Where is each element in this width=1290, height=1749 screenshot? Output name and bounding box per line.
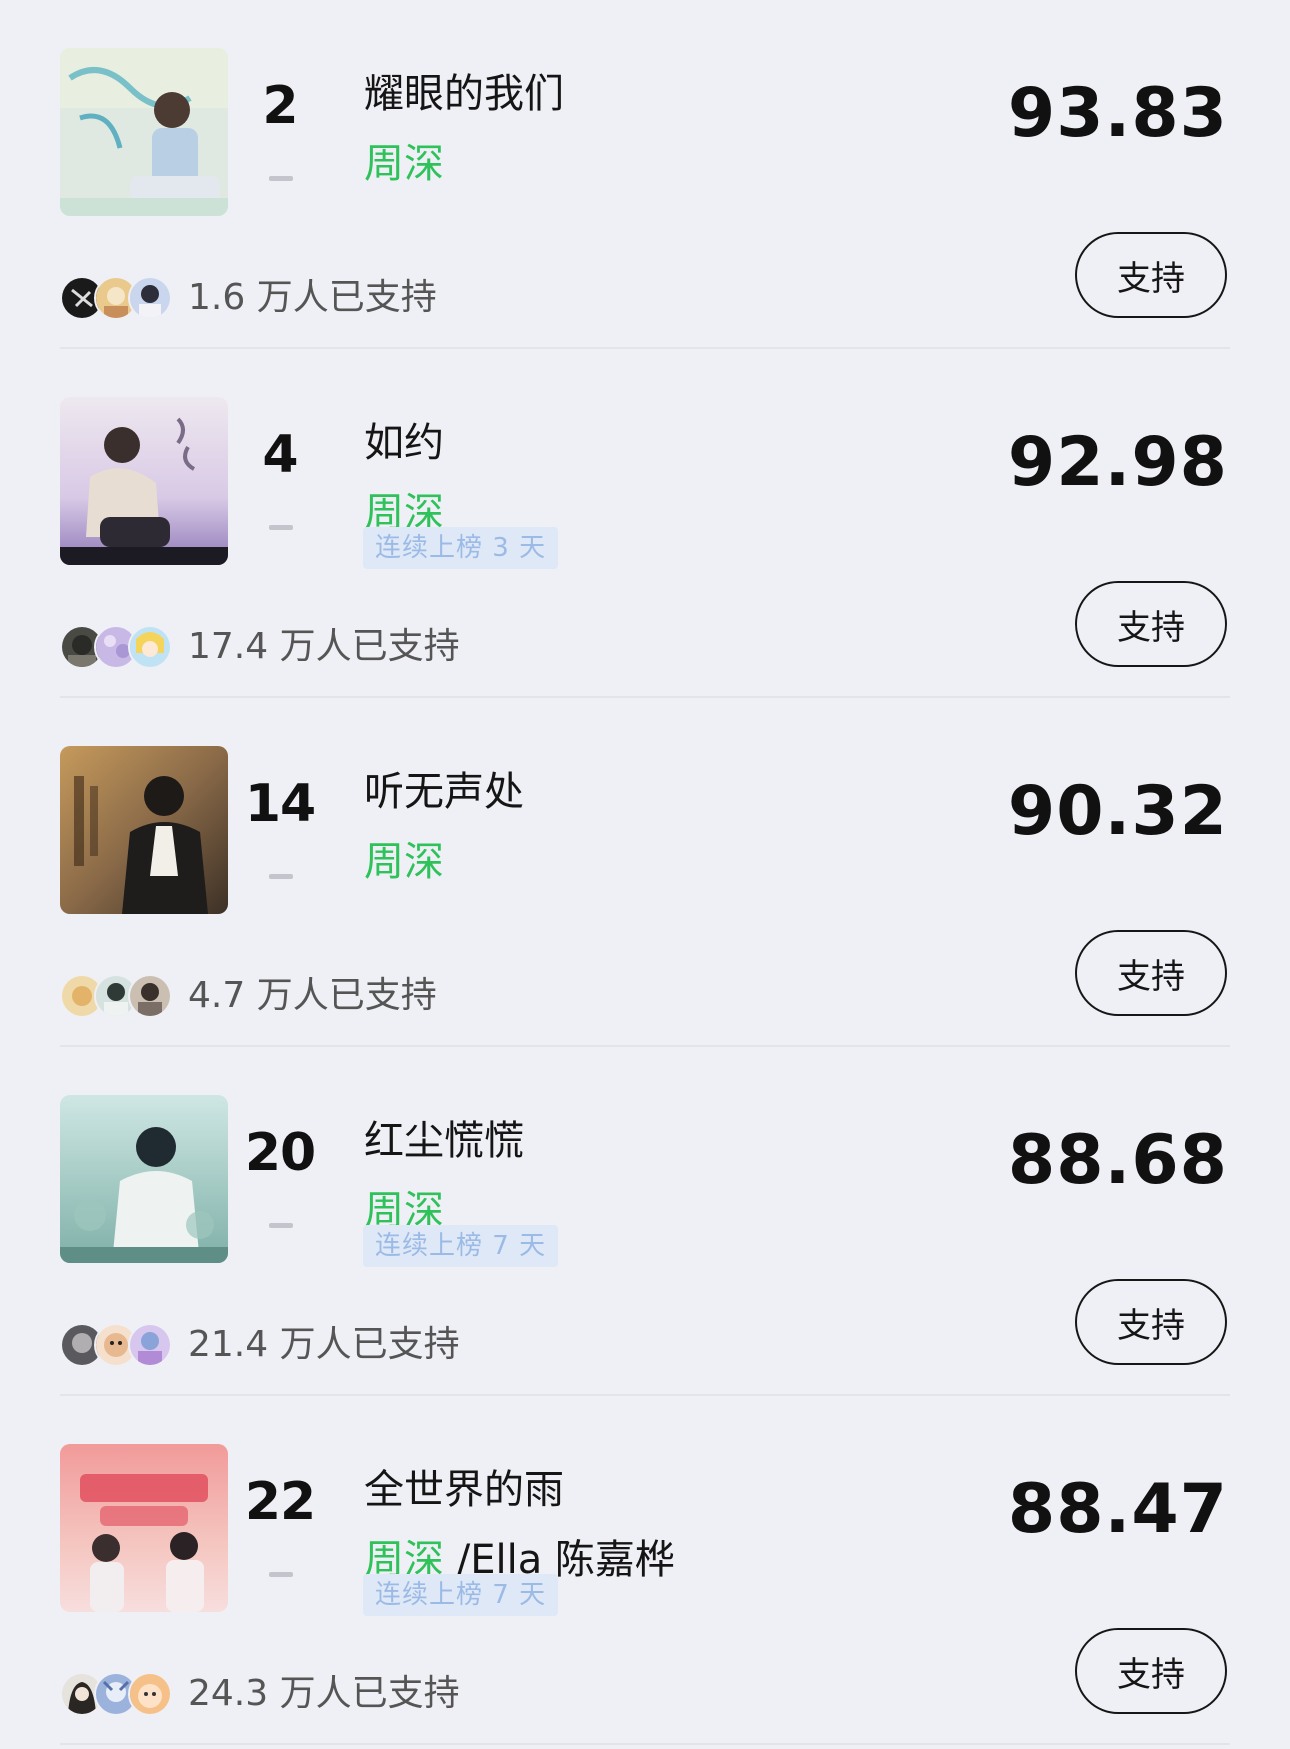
song-title[interactable]: 红尘慌慌	[364, 1117, 524, 1165]
rank-change-indicator	[269, 874, 293, 879]
artist-line: 周深	[364, 140, 444, 188]
artist-name[interactable]: 周深	[364, 839, 444, 885]
score-value: 93.83	[1007, 74, 1228, 153]
list-item[interactable]: 22 全世界的雨 周深 /Ella 陈嘉桦 连续上榜 7 天 88.47 24.…	[0, 1396, 1290, 1745]
song-title[interactable]: 听无声处	[364, 768, 524, 816]
avatar	[128, 625, 172, 669]
rank-change-indicator	[269, 176, 293, 181]
list-item[interactable]: 20 红尘慌慌 周深 连续上榜 7 天 88.68 21.4 万人已支持 支持	[0, 1047, 1290, 1396]
album-cover[interactable]	[60, 1444, 228, 1612]
rank-number: 20	[244, 1123, 316, 1183]
divider	[60, 1743, 1230, 1745]
supporter-avatars	[60, 974, 174, 1018]
supporter-count: 24.3 万人已支持	[188, 1673, 460, 1714]
song-title[interactable]: 全世界的雨	[364, 1466, 564, 1514]
list-item[interactable]: 2 耀眼的我们 周深 93.83 1.6 万人已支持 支持	[0, 0, 1290, 349]
supporter-count: 17.4 万人已支持	[188, 626, 460, 667]
streak-badge: 连续上榜 7 天	[363, 1574, 559, 1616]
album-cover[interactable]	[60, 48, 228, 216]
rank-change-indicator	[269, 525, 293, 530]
score-value: 88.68	[1007, 1121, 1228, 1200]
supporter-count: 4.7 万人已支持	[188, 975, 437, 1016]
rank-change-indicator	[269, 1572, 293, 1577]
score-value: 90.32	[1007, 772, 1228, 851]
support-button[interactable]: 支持	[1075, 1628, 1227, 1714]
song-title[interactable]: 如约	[364, 419, 444, 467]
avatar	[128, 1323, 172, 1367]
supporter-avatars	[60, 276, 174, 320]
rank-change-indicator	[269, 1223, 293, 1228]
rank-number: 14	[244, 774, 316, 834]
artist-line: 周深	[364, 838, 444, 886]
avatar	[128, 1672, 172, 1716]
album-cover[interactable]	[60, 1095, 228, 1263]
album-cover[interactable]	[60, 746, 228, 914]
streak-badge: 连续上榜 7 天	[363, 1225, 559, 1267]
support-button[interactable]: 支持	[1075, 1279, 1227, 1365]
rank-number: 22	[244, 1472, 316, 1532]
supporter-avatars	[60, 1323, 174, 1367]
supporter-count: 21.4 万人已支持	[188, 1324, 460, 1365]
supporter-count: 1.6 万人已支持	[188, 277, 437, 318]
album-cover[interactable]	[60, 397, 228, 565]
list-item[interactable]: 14 听无声处 周深 90.32 4.7 万人已支持 支持	[0, 698, 1290, 1047]
support-button[interactable]: 支持	[1075, 930, 1227, 1016]
avatar	[128, 276, 172, 320]
song-title[interactable]: 耀眼的我们	[364, 70, 564, 118]
rank-number: 4	[262, 425, 298, 485]
list-item[interactable]: 4 如约 周深 连续上榜 3 天 92.98 17.4 万人已支持 支持	[0, 349, 1290, 698]
support-button[interactable]: 支持	[1075, 232, 1227, 318]
avatar	[128, 974, 172, 1018]
artist-name[interactable]: 周深	[364, 141, 444, 187]
supporter-avatars	[60, 1672, 174, 1716]
score-value: 88.47	[1007, 1470, 1228, 1549]
streak-badge: 连续上榜 3 天	[363, 527, 559, 569]
supporter-avatars	[60, 625, 174, 669]
support-button[interactable]: 支持	[1075, 581, 1227, 667]
rank-number: 2	[262, 76, 298, 136]
score-value: 92.98	[1007, 423, 1228, 502]
chart-list: 2 耀眼的我们 周深 93.83 1.6 万人已支持 支持 4 如约 周深 连续…	[0, 0, 1290, 1749]
